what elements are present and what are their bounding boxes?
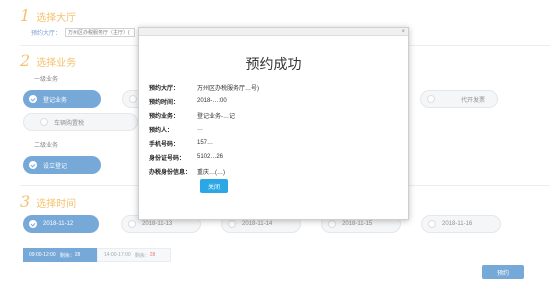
info-row: 手机号码： 157… (149, 136, 259, 150)
info-value: 157… (197, 140, 214, 146)
info-row: 预约人： … (149, 122, 259, 136)
info-row: 预约时间： 2018-…:00 (149, 94, 259, 108)
info-label: 预约人： (149, 127, 174, 134)
booking-info: 预约大厅： 万州区办税服务厅…号) 预约时间： 2018-…:00 预约业务： … (149, 80, 259, 178)
info-label: 办税身份信息： (149, 169, 192, 176)
success-dialog: × 预约成功 预约大厅： 万州区办税服务厅…号) 预约时间： 2018-…:00… (138, 27, 409, 220)
info-row: 预约大厅： 万州区办税服务厅…号) (149, 80, 259, 94)
info-row: 预约业务： 登记业务-…记 (149, 108, 259, 122)
info-row: 身份证号码： 5102…26 (149, 150, 259, 164)
info-value: 5102…26 (197, 154, 224, 160)
close-icon[interactable]: × (401, 28, 405, 36)
info-value: 重庆…(…) (197, 169, 225, 176)
info-label: 预约大厅： (149, 85, 180, 92)
info-row: 办税身份信息： 重庆…(…) (149, 164, 259, 178)
info-value: … (197, 126, 203, 132)
info-label: 预约业务： (149, 113, 180, 120)
info-label: 身份证号码： (149, 155, 186, 162)
dialog-titlebar: × (139, 28, 408, 36)
info-value: 万州区办税服务厅…号) (197, 85, 259, 92)
dialog-title: 预约成功 (245, 57, 302, 73)
close-button[interactable]: 关闭 (200, 179, 228, 193)
info-value: 登记业务-…记 (197, 113, 235, 120)
info-label: 手机号码： (149, 141, 180, 148)
info-value: 2018-…:00 (197, 98, 227, 104)
info-label: 预约时间： (149, 99, 180, 106)
